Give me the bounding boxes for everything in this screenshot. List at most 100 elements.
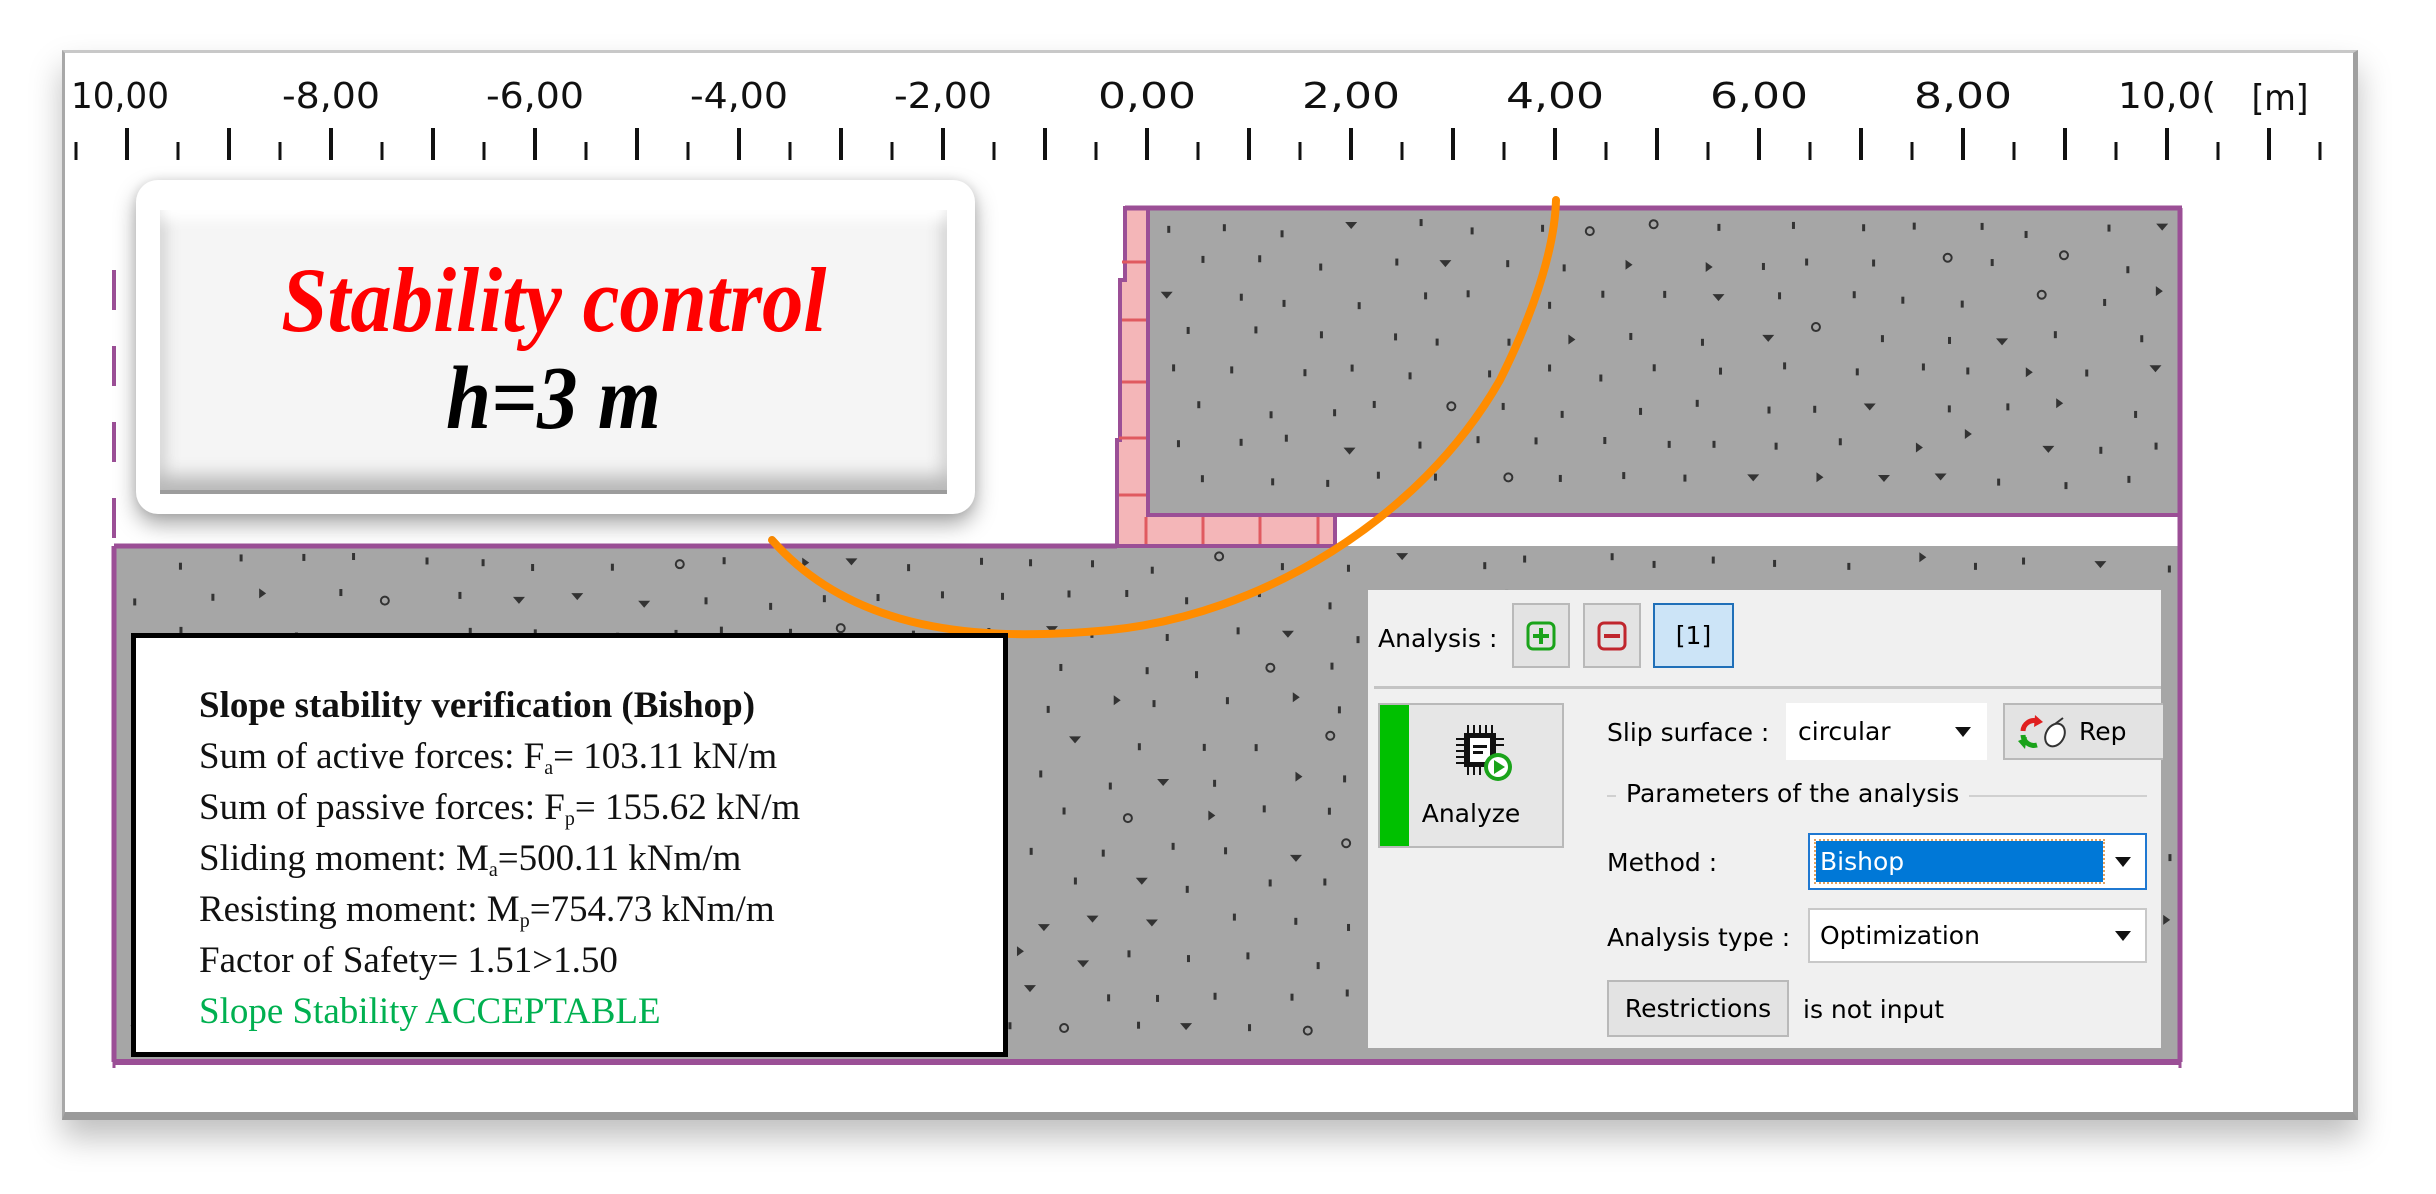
ruler-tick-label: -4,00 xyxy=(690,76,788,117)
soil-symbol xyxy=(481,559,485,567)
analysis-type-value: Optimization xyxy=(1820,921,1980,950)
soil-symbol xyxy=(1476,436,1480,444)
soil-symbol xyxy=(1466,290,1470,298)
soil-symbol xyxy=(1284,434,1288,442)
soil-symbol xyxy=(1622,472,1626,480)
ruler-tick-label: -2,00 xyxy=(894,76,992,117)
soil-symbol xyxy=(1239,293,1243,301)
soil-symbol xyxy=(1990,259,1994,267)
soil-symbol xyxy=(1345,989,1349,997)
soil-symbol xyxy=(2126,266,2130,274)
soil-symbol xyxy=(1548,301,1552,309)
soil-symbol xyxy=(1262,805,1266,813)
soil-symbol xyxy=(2107,224,2111,232)
ruler-tick-label: 10,00 xyxy=(71,76,169,117)
slip-surface-select[interactable]: circular xyxy=(1786,703,1987,760)
chevron-down-icon xyxy=(1955,726,1971,737)
ruler-tick-label: -8,00 xyxy=(282,76,380,117)
soil-symbol xyxy=(1248,1024,1252,1032)
wall-height-label: h=3 m xyxy=(446,348,661,448)
soil-symbol xyxy=(1059,663,1063,671)
soil-symbol xyxy=(1424,292,1428,300)
soil-symbol xyxy=(2099,446,2103,454)
soil-symbol xyxy=(1601,290,1605,298)
soil-symbol xyxy=(1150,566,1154,574)
soil-symbol xyxy=(1222,224,1226,232)
soil-symbol xyxy=(1327,807,1331,815)
title-card: Stability control h=3 m xyxy=(136,180,975,514)
chevron-down-icon xyxy=(2115,930,2131,941)
soil-symbol xyxy=(1213,779,1217,787)
analyze-label: Analyze xyxy=(1421,799,1521,828)
soil-symbol xyxy=(1195,671,1199,679)
replace-slip-surface-button[interactable]: Rep xyxy=(2003,703,2163,760)
soil-symbol xyxy=(1125,589,1129,597)
soil-symbol xyxy=(2064,482,2068,490)
soil-symbol xyxy=(1966,367,1970,375)
soil-symbol xyxy=(1254,744,1258,752)
soil-symbol xyxy=(1488,370,1492,378)
soil-symbol xyxy=(1719,367,1723,375)
soil-symbol xyxy=(1980,222,1984,230)
soil-symbol xyxy=(1224,847,1228,855)
soil-symbol xyxy=(1280,563,1284,571)
soil-symbol xyxy=(1001,592,1005,600)
soil-symbol xyxy=(1761,262,1765,270)
analysis-1-tab[interactable]: [1] xyxy=(1653,603,1734,668)
add-analysis-button[interactable] xyxy=(1512,603,1570,668)
analyze-button[interactable]: Analyze xyxy=(1378,703,1564,848)
soil-symbol xyxy=(339,589,343,597)
soil-symbol xyxy=(458,591,462,599)
soil-symbol xyxy=(1372,400,1376,408)
soil-symbol xyxy=(1357,302,1361,310)
soil-symbol xyxy=(1639,407,1643,415)
soil-symbol xyxy=(1767,406,1771,414)
analysis-panel: Analysis : [1] Analyze Slip surface : ci… xyxy=(1368,590,2163,1048)
soil-symbol xyxy=(211,593,215,601)
soil-symbol xyxy=(980,557,984,565)
soil-symbol xyxy=(1268,879,1272,887)
results-heading: Slope stability verification (Bishop) xyxy=(199,685,756,726)
soil-symbol xyxy=(1548,364,1552,372)
soil-symbol xyxy=(1046,705,1050,713)
remove-analysis-button[interactable] xyxy=(1583,603,1641,668)
soil-symbol xyxy=(1290,993,1294,1001)
method-select[interactable]: Bishop xyxy=(1808,833,2147,890)
soil-symbol xyxy=(1303,369,1307,377)
restrictions-button[interactable]: Restrictions xyxy=(1607,980,1789,1037)
soil-symbol xyxy=(1610,553,1614,561)
soil-symbol xyxy=(1213,992,1217,1000)
soil-symbol xyxy=(1652,560,1656,568)
soil-symbol xyxy=(1470,227,1474,235)
soil-symbol xyxy=(1901,296,1905,304)
soil-symbol xyxy=(1418,441,1422,449)
soil-symbol xyxy=(1108,782,1112,790)
soil-symbol xyxy=(1855,368,1859,376)
soil-symbol xyxy=(1880,335,1884,343)
soil-symbol xyxy=(1201,255,1205,263)
factor-of-safety-line: Factor of Safety= 1.51>1.50 xyxy=(199,940,618,981)
soil-symbol xyxy=(1773,559,1777,567)
soil-symbol xyxy=(1711,556,1715,564)
soil-symbol xyxy=(769,602,773,610)
soil-symbol xyxy=(2006,403,2010,411)
soil-symbol xyxy=(1847,562,1851,570)
soil-symbol xyxy=(1791,221,1795,229)
soil-symbol xyxy=(907,564,911,572)
replace-button-label: Rep xyxy=(2079,717,2127,746)
soil-symbol xyxy=(1107,994,1111,1002)
soil-symbol xyxy=(1395,258,1399,266)
soil-symbol xyxy=(1186,326,1190,334)
soil-symbol xyxy=(1346,564,1350,572)
title-bevel-box: Stability control h=3 m xyxy=(160,210,947,494)
soil-symbol xyxy=(1029,847,1033,855)
soil-symbol xyxy=(1717,223,1721,231)
sliding-moment-line: Sliding moment: Ma=500.11 kNm/m xyxy=(199,838,742,881)
soil-symbol xyxy=(1774,442,1778,450)
soil-symbol xyxy=(1501,402,1505,410)
soil-symbol xyxy=(940,591,944,599)
analysis-type-select[interactable]: Optimization xyxy=(1808,908,2147,963)
soil-symbol xyxy=(1167,225,1171,233)
soil-symbol xyxy=(1269,411,1273,419)
stability-verdict: Slope Stability ACCEPTABLE xyxy=(199,991,661,1032)
